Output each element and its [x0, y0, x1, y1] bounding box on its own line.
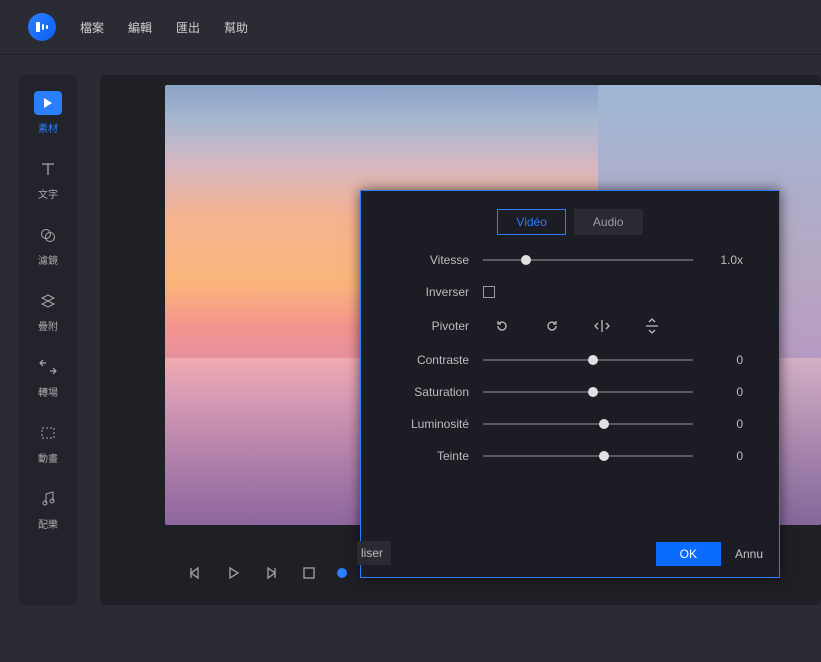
row-brightness: Luminosité 0: [397, 417, 743, 431]
sidebar-item-media[interactable]: 素材: [34, 91, 62, 135]
brightness-slider[interactable]: [483, 417, 693, 431]
sidebar-item-label: 轉場: [38, 384, 58, 399]
tint-label: Teinte: [397, 449, 469, 463]
animation-icon: [36, 421, 60, 445]
sidebar-item-music[interactable]: 配樂: [36, 487, 60, 531]
app-logo: [28, 13, 56, 41]
row-contrast: Contraste 0: [397, 353, 743, 367]
row-reverse: Inverser: [397, 285, 743, 299]
row-tint: Teinte 0: [397, 449, 743, 463]
brightness-value: 0: [707, 417, 743, 431]
sidebar-item-label: 素材: [38, 120, 58, 135]
sidebar-item-label: 濾鏡: [38, 252, 58, 267]
media-icon: [34, 91, 62, 115]
record-indicator-icon[interactable]: [337, 568, 347, 578]
modal-tabs: Vidéo Audio: [361, 191, 779, 235]
sidebar-item-transition[interactable]: 轉場: [36, 355, 60, 399]
sidebar-item-label: 配樂: [38, 516, 58, 531]
reverse-checkbox[interactable]: [483, 286, 495, 298]
menu-help[interactable]: 幫助: [224, 19, 248, 36]
menu-edit[interactable]: 編輯: [128, 19, 152, 36]
contrast-label: Contraste: [397, 353, 469, 367]
playback-controls: [185, 563, 347, 583]
menu-file[interactable]: 檔案: [80, 19, 104, 36]
ok-button[interactable]: OK: [656, 542, 721, 566]
filter-icon: [36, 223, 60, 247]
speed-label: Vitesse: [397, 253, 469, 267]
speed-value: 1.0x: [707, 253, 743, 267]
speed-slider[interactable]: [483, 253, 693, 267]
row-rotate: Pivoter: [397, 317, 743, 335]
rotate-label: Pivoter: [397, 319, 469, 333]
saturation-slider[interactable]: [483, 385, 693, 399]
tint-slider[interactable]: [483, 449, 693, 463]
tab-video[interactable]: Vidéo: [497, 209, 565, 235]
rotate-ccw-icon[interactable]: [493, 317, 511, 335]
sidebar-item-label: 疊附: [38, 318, 58, 333]
modal-controls: Vitesse 1.0x Inverser Pivoter: [361, 253, 779, 527]
sidebar-item-text[interactable]: 文字: [36, 157, 60, 201]
sidebar-item-filter[interactable]: 濾鏡: [36, 223, 60, 267]
play-button[interactable]: [223, 563, 243, 583]
sidebar-item-animation[interactable]: 動畫: [36, 421, 60, 465]
flip-horizontal-icon[interactable]: [593, 317, 611, 335]
video-properties-modal: Vidéo Audio Vitesse 1.0x Inverser Pivote…: [360, 190, 780, 578]
brightness-label: Luminosité: [397, 417, 469, 431]
tint-value: 0: [707, 449, 743, 463]
cancel-button-fragment[interactable]: Annu: [735, 547, 763, 561]
prev-frame-button[interactable]: [185, 563, 205, 583]
rotate-cw-icon[interactable]: [543, 317, 561, 335]
tab-audio[interactable]: Audio: [574, 209, 643, 235]
modal-footer: OK Annu: [361, 531, 779, 577]
sidebar-item-label: 文字: [38, 186, 58, 201]
row-saturation: Saturation 0: [397, 385, 743, 399]
contrast-value: 0: [707, 353, 743, 367]
reverse-label: Inverser: [397, 285, 469, 299]
row-speed: Vitesse 1.0x: [397, 253, 743, 267]
text-icon: [36, 157, 60, 181]
menubar: 檔案 編輯 匯出 幫助: [0, 0, 821, 55]
menu-export[interactable]: 匯出: [176, 19, 200, 36]
stop-button[interactable]: [299, 563, 319, 583]
sidebar-item-overlay[interactable]: 疊附: [36, 289, 60, 333]
contrast-slider[interactable]: [483, 353, 693, 367]
saturation-value: 0: [707, 385, 743, 399]
saturation-label: Saturation: [397, 385, 469, 399]
next-frame-button[interactable]: [261, 563, 281, 583]
sidebar-item-label: 動畫: [38, 450, 58, 465]
sidebar: 素材 文字 濾鏡 疊附 轉場 動畫 配樂: [18, 75, 78, 605]
music-icon: [36, 487, 60, 511]
overlay-icon: [36, 289, 60, 313]
flip-vertical-icon[interactable]: [643, 317, 661, 335]
transition-icon: [36, 355, 60, 379]
